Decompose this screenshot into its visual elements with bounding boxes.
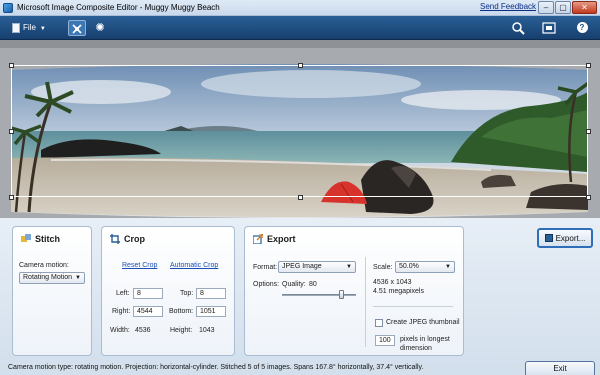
height-label: Height: <box>170 327 193 334</box>
format-select[interactable]: JPEG Image ▼ <box>278 261 356 273</box>
stitch-title-text: Stitch <box>35 234 61 244</box>
maximize-button[interactable]: ▢ <box>555 1 571 14</box>
export-column-divider <box>365 257 366 347</box>
preview-canvas[interactable] <box>0 40 600 218</box>
chevron-down-icon: ▼ <box>445 264 451 270</box>
thumbnail-size-desc-1: pixels in longest <box>400 336 450 343</box>
width-label: Width: <box>110 327 130 334</box>
right-label: Right: <box>112 308 131 315</box>
gear-icon[interactable]: ✺ <box>92 20 108 36</box>
chevron-down-icon: ▼ <box>39 26 46 32</box>
top-input[interactable]: 8 <box>196 288 226 299</box>
camera-motion-select[interactable]: Rotating Motion ▼ <box>19 272 85 284</box>
chevron-down-icon: ▼ <box>75 275 81 281</box>
chevron-down-icon: ▼ <box>346 264 352 270</box>
file-menu-label: File <box>23 23 36 32</box>
crop-handle-top[interactable] <box>298 63 303 68</box>
settings-area: Stitch Camera motion: Rotating Motion ▼ C… <box>0 218 600 375</box>
stitch-panel-icon <box>21 234 31 242</box>
width-value: 4536 <box>135 327 151 334</box>
export-button-label: Export... <box>555 234 586 243</box>
bottom-input[interactable]: 1051 <box>196 306 226 317</box>
left-input[interactable]: 8 <box>133 288 163 299</box>
output-dimensions: 4536 x 1043 <box>373 279 412 286</box>
crop-handle-bottom-left[interactable] <box>9 195 14 200</box>
save-icon <box>544 234 553 242</box>
crop-handle-top-left[interactable] <box>9 63 14 68</box>
window-title: Microsoft Image Composite Editor - Muggy… <box>17 3 220 12</box>
camera-motion-label: Camera motion: <box>19 262 69 269</box>
document-icon <box>12 22 20 33</box>
file-menu[interactable]: File ▼ <box>8 20 60 36</box>
send-feedback-link[interactable]: Send Feedback <box>480 2 536 11</box>
bottom-label: Bottom: <box>169 308 194 315</box>
app-icon <box>3 3 13 13</box>
right-input[interactable]: 4544 <box>133 306 163 317</box>
export-divider <box>373 306 453 307</box>
crop-handle-bottom-right[interactable] <box>586 195 591 200</box>
height-value: 1043 <box>199 327 215 334</box>
minimize-button[interactable]: – <box>538 1 554 14</box>
scale-value: 50.0% <box>399 263 419 270</box>
top-label: Top: <box>180 290 194 297</box>
camera-motion-value: Rotating Motion <box>23 274 73 281</box>
stitch-icon[interactable] <box>68 20 86 36</box>
stitch-title: Stitch <box>21 234 60 244</box>
left-label: Left: <box>116 290 130 297</box>
reset-crop-link[interactable]: Reset Crop <box>122 262 157 269</box>
crop-handle-top-right[interactable] <box>586 63 591 68</box>
help-icon[interactable]: ? <box>570 20 594 36</box>
crop-title-text: Crop <box>124 234 145 244</box>
automatic-crop-link[interactable]: Automatic Crop <box>170 262 218 269</box>
quality-value: 80 <box>309 281 317 288</box>
title-bar: Microsoft Image Composite Editor - Muggy… <box>0 0 600 16</box>
thumbnail-size-desc-2: dimension <box>400 345 432 352</box>
toolbar: File ▼ ✺ ? <box>0 16 600 40</box>
crop-panel-icon <box>110 234 120 244</box>
exit-button[interactable]: Exit <box>525 361 595 375</box>
export-title: Export <box>253 234 296 244</box>
export-button[interactable]: Export... <box>537 228 593 248</box>
status-text: Camera motion type: rotating motion. Pro… <box>8 364 424 371</box>
create-thumbnail-label: Create JPEG thumbnail <box>386 319 460 326</box>
crop-panel: Crop Reset Crop Automatic Crop Left: 8 T… <box>101 226 235 356</box>
quality-slider-thumb[interactable] <box>339 290 345 299</box>
close-button[interactable]: ✕ <box>572 1 597 14</box>
quality-slider-track[interactable] <box>282 294 356 296</box>
scale-select[interactable]: 50.0% ▼ <box>395 261 455 273</box>
output-megapixels: 4.51 megapixels <box>373 288 424 295</box>
format-value: JPEG Image <box>282 263 322 270</box>
crop-handle-bottom[interactable] <box>298 195 303 200</box>
zoom-icon[interactable] <box>508 20 528 36</box>
crop-title: Crop <box>110 234 145 244</box>
quality-label: Quality: <box>282 281 306 288</box>
export-title-text: Export <box>267 234 296 244</box>
crop-handle-right[interactable] <box>586 129 591 134</box>
stitch-panel: Stitch Camera motion: Rotating Motion ▼ <box>12 226 92 356</box>
options-label: Options: <box>253 281 280 288</box>
crop-handle-left[interactable] <box>9 129 14 134</box>
fit-to-window-icon[interactable] <box>540 20 558 36</box>
thumbnail-size-input[interactable]: 100 <box>375 335 395 346</box>
create-thumbnail-checkbox[interactable] <box>375 319 383 327</box>
crop-rectangle[interactable] <box>11 65 588 197</box>
format-label: Format: <box>253 264 278 271</box>
canvas-top-band <box>0 40 600 48</box>
export-panel-icon <box>253 234 263 244</box>
scale-label: Scale: <box>373 264 393 271</box>
export-panel: Export Format: JPEG Image ▼ Options: Qual… <box>244 226 464 356</box>
